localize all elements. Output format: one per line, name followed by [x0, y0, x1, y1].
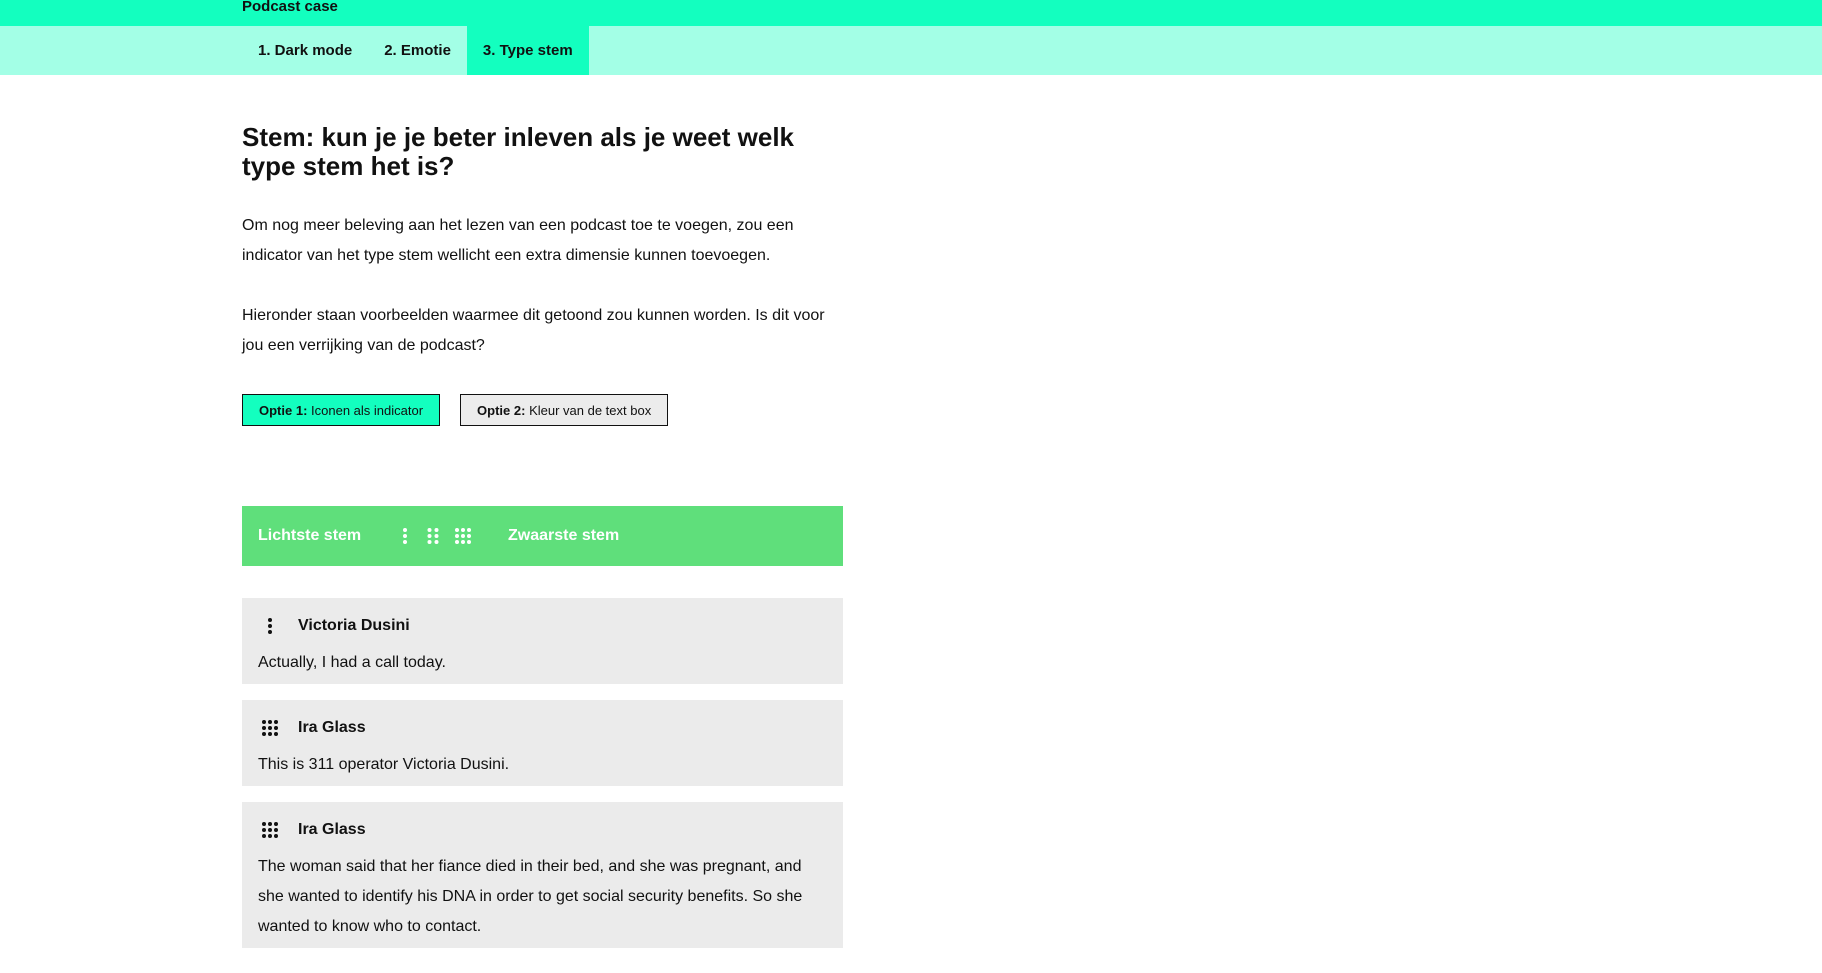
transcript-card: Ira Glass This is 311 operator Victoria …	[242, 700, 843, 786]
intro-paragraph: Om nog meer beleving aan het lezen van e…	[242, 217, 794, 264]
tab-type-stem[interactable]: 3. Type stem	[466, 26, 589, 75]
tab-dark-mode[interactable]: 1. Dark mode	[242, 26, 368, 75]
speaker-name: Victoria Dusini	[298, 617, 410, 634]
tab-bar: 1. Dark mode 2. Emotie 3. Type stem	[0, 26, 1822, 75]
speaker-name: Ira Glass	[298, 719, 366, 736]
dots-1-icon	[398, 527, 412, 545]
dots-2-icon	[426, 527, 440, 545]
dots-3-icon	[454, 527, 472, 545]
option-1-button[interactable]: Optie 1: Iconen als indicator	[242, 394, 441, 426]
option-1-label: Iconen als indicator	[311, 403, 424, 418]
option-2-label: Kleur van de text box	[529, 403, 652, 418]
legend-light-voice-label: Lichtste stem	[258, 527, 362, 544]
dots-1-icon	[258, 614, 282, 638]
card-header: Ira Glass	[258, 714, 827, 742]
top-bar: Podcast case	[0, 0, 1822, 26]
question-paragraph: Hieronder staan voorbeelden waarmee dit …	[242, 307, 825, 354]
card-header: Ira Glass	[258, 816, 827, 844]
speaker-name: Ira Glass	[298, 821, 366, 838]
dots-3-icon	[258, 818, 282, 842]
option-2-button[interactable]: Optie 2: Kleur van de text box	[460, 394, 669, 426]
option-1-prefix: Optie 1:	[259, 403, 308, 418]
transcript-card: Ira Glass The woman said that her fiance…	[242, 802, 843, 948]
legend-heavy-voice-label: Zwaarste stem	[508, 527, 620, 544]
transcript-text: The woman said that her fiance died in t…	[258, 858, 803, 935]
main-content: Stem: kun je je beter inleven als je wee…	[242, 75, 843, 948]
dots-3-icon	[258, 716, 282, 740]
tab-emotie[interactable]: 2. Emotie	[368, 26, 467, 75]
transcript-text: This is 311 operator Victoria Dusini.	[258, 756, 510, 773]
transcript-card: Victoria Dusini Actually, I had a call t…	[242, 598, 843, 684]
transcript-text: Actually, I had a call today.	[258, 654, 446, 671]
page-title: Stem: kun je je beter inleven als je wee…	[242, 122, 795, 181]
option-2-prefix: Optie 2:	[477, 403, 526, 418]
legend-icons	[398, 527, 472, 545]
voice-legend: Lichtste stem Zwaarste stem	[242, 506, 843, 566]
app-title: Podcast case	[242, 0, 338, 15]
option-buttons: Optie 1: Iconen als indicator Optie 2: K…	[242, 394, 843, 426]
card-header: Victoria Dusini	[258, 612, 827, 640]
tabs: 1. Dark mode 2. Emotie 3. Type stem	[242, 26, 589, 75]
